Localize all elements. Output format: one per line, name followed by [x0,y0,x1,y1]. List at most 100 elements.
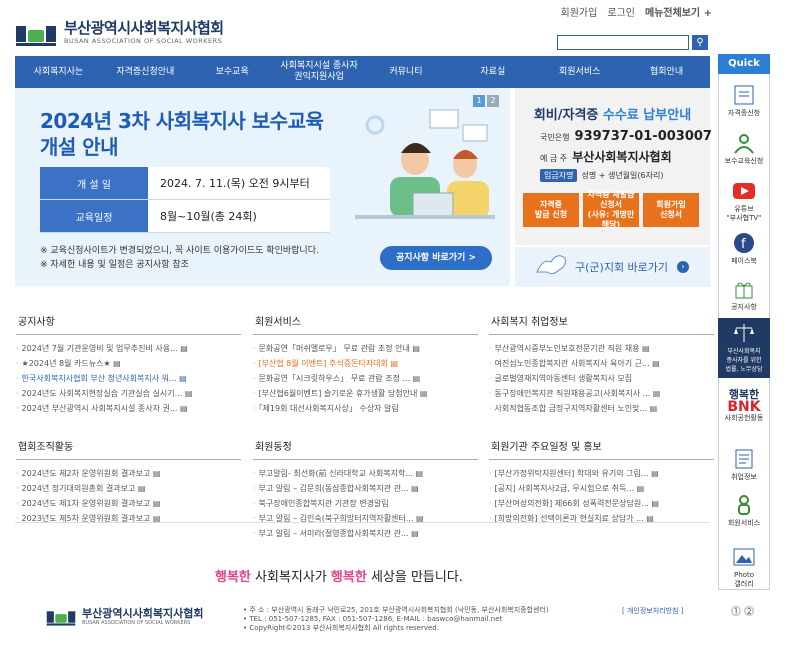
notice-shortcut-button[interactable]: 공지사항 바로가기 > [380,246,492,270]
list-item[interactable]: 「제19회 대선사회복지사상」 수상자 알림 [253,401,478,416]
signup-link[interactable]: 회원가입 [561,4,598,19]
scales-icon [734,324,754,342]
main-nav: 사회복지사는 자격증신청안내 보수교육 사회복지시설 종사자 권익지원사업 커뮤… [15,56,710,88]
quick-item-jobs[interactable]: 취업정보 [718,448,770,482]
list-item[interactable]: 여진섬노인종합복지관 사회복지사 육아기 근... ▤ [489,356,714,371]
person-icon [738,495,750,515]
banner-illustration [355,109,495,219]
nav-item-community[interactable]: 커뮤니티 [363,56,450,88]
search-input[interactable] [557,35,689,50]
info-row-schedule: 교육일정 8월~10월(총 24회) [40,200,330,233]
footer-logo-title: 부산광역시사회복지사협회 [82,607,204,620]
list-item[interactable]: 사회적협동조합 금정구지역자활센터 노인맞... ▤ [489,401,714,416]
quick-item-label: Photo 갤러리 [734,571,754,588]
board-notice: 공지사항 2024년 7월 기관운영비 및 업무추진비 사용... ▤★2024… [16,313,241,416]
list-item[interactable]: 부고알림- 최선화(前 신라대학교 사회복지학... ▤ [253,466,478,481]
membership-form-button[interactable]: 회원가입 신청서 [643,193,699,227]
logo-title[interactable]: 부산광역시사회복지사협회 [64,17,224,38]
list-item[interactable]: 부고 알림 – 김문희(동삼종합사회복지관 관... ▤ [253,481,478,496]
privacy-policy-link[interactable]: [ 개인정보처리방침 ] [622,606,683,616]
scroll-buttons[interactable]: ⓵ ⓶ [731,603,754,618]
nav-item-rights[interactable]: 사회복지시설 종사자 권익지원사업 [276,56,363,88]
pager-page-2[interactable]: 2 [487,95,499,107]
banner-pager: 1 2 [473,95,499,107]
board-title[interactable]: 사회복지 취업정보 [489,313,714,335]
list-item[interactable]: 북구장애인종합복지관 기관장 변경알림 [253,496,478,511]
board-title[interactable]: 공지사항 [16,313,241,335]
board-title[interactable]: 회원서비스 [253,313,478,335]
quick-item-certificate[interactable]: 자격증신청 [718,84,770,118]
youtube-icon [733,183,755,199]
account-holder: 예 금 주 부산사회복지사협회 [540,148,672,165]
gift-icon [735,282,753,299]
list-item[interactable]: [부산협6월이벤트] 슬기로운 휴가생활 당첨안내 ▤ [253,386,478,401]
logo-subtitle: BUSAN ASSOCIATION OF SOCIAL WORKERS [64,37,223,45]
pager-page-1[interactable]: 1 [473,95,485,107]
sitemap-link[interactable]: 메뉴전체보기 + [645,4,712,19]
logo-icon[interactable] [16,20,56,48]
slogan-part: 세상을 만듭니다. [366,570,463,585]
quick-item-label: 사회공헌활동 [724,414,764,422]
nav-item-association[interactable]: 협회안내 [623,56,710,88]
list-item[interactable]: ★2024년 8월 카드뉴스★ ▤ [16,356,241,371]
holder-name: 부산사회복지사협회 [572,150,672,164]
list-item[interactable]: 문화공연「머쉬멜로우」 무료 관람 조정 안내 ▤ [253,341,478,356]
nav-item-archive[interactable]: 자료실 [449,56,536,88]
depositor-badge: 입금자명 [540,169,578,182]
quick-item-facebook[interactable]: f 페이스북 [718,232,770,266]
slogan-part: 행복한 [330,570,367,585]
fee-title: 회비/자격증 수수료 납부안내 [515,104,710,123]
footer-logo-icon [46,611,76,626]
quick-item-member-service[interactable]: 회원서비스 [718,494,770,528]
education-icon [734,134,754,154]
list-item[interactable]: 2024년도 제1차 운영위원회 결과보고 ▤ [16,496,241,511]
fee-title-b: 수수료 납부안내 [602,108,692,123]
banner-note: ※ 자세한 내용 및 일정은 공지사항 참조 [40,260,189,270]
certificate-icon [734,85,754,105]
list-item[interactable]: [부산가정위탁지원센터] 학대와 유기의 그림... ▤ [489,466,714,481]
footer-logo-subtitle: BUSAN ASSOCIATION OF SOCIAL WORKERS [82,620,191,626]
quick-item-legal[interactable]: 부산사회복지 종사자를 위한 법률, 노무상담 [718,318,770,378]
quick-item-education[interactable]: 보수교육신청 [718,132,770,166]
list-item[interactable]: 2024년 부산광역시 사회복지시설 종사자 권... ▤ [16,401,241,416]
top-links: 회원가입 로그인 메뉴전체보기 + [561,4,712,19]
board-title[interactable]: 회원동정 [253,438,478,460]
list-item[interactable]: 문화공연「시크릿하우스」 무료 관람 조정 ... ▤ [253,371,478,386]
board-title[interactable]: 회원기관 주요일정 및 홍보 [489,438,714,460]
quick-item-bnk[interactable]: 행복한 BNK 사회공헌활동 [718,388,770,423]
quick-item-label: 취업정보 [731,473,757,481]
login-link[interactable]: 로그인 [607,4,635,19]
chevron-right-icon[interactable]: › [677,261,689,273]
quick-item-photo[interactable]: Photo 갤러리 [718,546,770,589]
quick-item-youtube[interactable]: 유튜브 "부사협TV" [718,180,770,223]
list-item[interactable]: 2024년 정기대의원총회 결과보고 ▤ [16,481,241,496]
quick-item-label: 보수교육신청 [724,157,764,165]
nav-item-education[interactable]: 보수교육 [189,56,276,88]
search-icon[interactable]: ⚲ [692,35,708,50]
certificate-issue-button[interactable]: 자격증 발급 신청 [523,193,579,227]
list-item[interactable]: 2024년도 제2차 운영위원회 결과보고 ▤ [16,466,241,481]
banner-title[interactable]: 2024년 3차 사회복지사 보수교육 개설 안내 [40,108,324,160]
board-list: 2024년 7월 기관운영비 및 업무추진비 사용... ▤★2024년 8월 … [16,341,241,416]
certificate-reissue-button[interactable]: 자격증 재발급 신청서 (사유: 개명만 해당) [583,190,639,229]
list-item[interactable]: 2024년도 사회복지현장실습 기관실습 실시기... ▤ [16,386,241,401]
nav-item-certificate[interactable]: 자격증신청안내 [102,56,189,88]
list-item[interactable]: 부산광역시중부노인보호전문기관 직원 채용 ▤ [489,341,714,356]
branch-link-text[interactable]: 구(군)지회 바로가기 [575,259,668,275]
board-title[interactable]: 협회조직활동 [16,438,241,460]
board-jobs: 사회복지 취업정보 부산광역시중부노인보호전문기관 직원 채용 ▤여진섬노인종합… [489,313,714,416]
list-item[interactable]: [부산여성의전화] 제66회 성폭력전문상담원... ▤ [489,496,714,511]
info-key: 개 설 일 [40,167,148,199]
list-item[interactable]: 동구장애인복지관 직원채용공고(사회복지사 ... ▤ [489,386,714,401]
board-list: 문화공연「머쉬멜로우」 무료 관람 조정 안내 ▤[부산협 8월 이벤트] 추석… [253,341,478,416]
list-item[interactable]: 2024년 7월 기관운영비 및 업무추진비 사용... ▤ [16,341,241,356]
nav-item-about[interactable]: 사회복지사는 [15,56,102,88]
quick-item-label: 유튜브 "부사협TV" [726,205,762,222]
quick-item-notice[interactable]: 공지사항 [718,278,770,312]
list-item[interactable]: 글로벌영재지역아동센터 생활복지사 모집 [489,371,714,386]
list-item[interactable]: 한국사회복지사협회 부산 청년사회복지사 워... ▤ [16,371,241,386]
nav-item-member-service[interactable]: 회원서비스 [536,56,623,88]
board-list: 2024년도 제2차 운영위원회 결과보고 ▤2024년 정기대의원총회 결과보… [16,466,241,526]
list-item[interactable]: [공지] 사회복지사2급, 무시험으로 취득... ▤ [489,481,714,496]
list-item[interactable]: [부산협 8월 이벤트] 추석증돈타자대회 ▤ [253,356,478,371]
